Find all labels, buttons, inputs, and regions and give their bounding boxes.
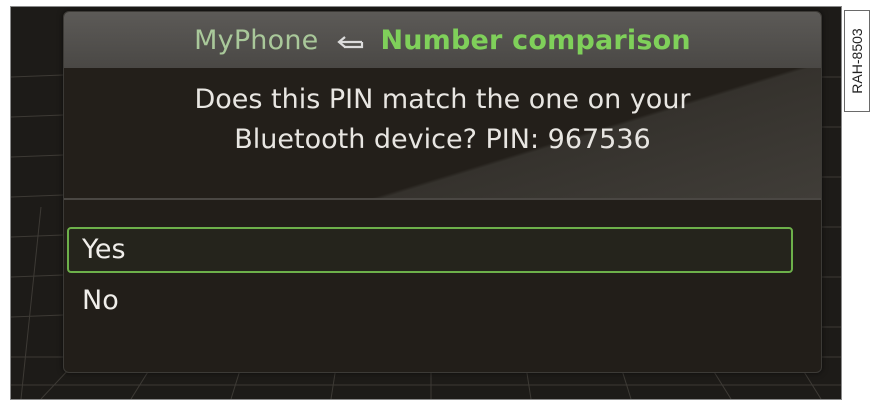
message-line-1: Does this PIN match the one on your <box>194 84 691 115</box>
pairing-dialog: MyPhone Number comparison Does this PIN … <box>63 11 822 373</box>
option-yes[interactable]: Yes <box>67 227 793 273</box>
device-name: MyPhone <box>194 24 319 56</box>
figure-label-text: RAH-8503 <box>849 28 865 94</box>
divider <box>64 198 821 200</box>
figure-label: RAH-8503 <box>844 10 870 112</box>
message-area: Does this PIN match the one on your Blue… <box>64 68 821 198</box>
option-no[interactable]: No <box>67 278 787 324</box>
dialog-title: Number comparison <box>380 24 691 56</box>
message-line-2: Bluetooth device? PIN: 967536 <box>234 124 651 155</box>
return-arrow-icon[interactable] <box>334 30 368 50</box>
dialog-header: MyPhone Number comparison <box>64 12 821 69</box>
screen-frame: MyPhone Number comparison Does this PIN … <box>10 6 842 400</box>
